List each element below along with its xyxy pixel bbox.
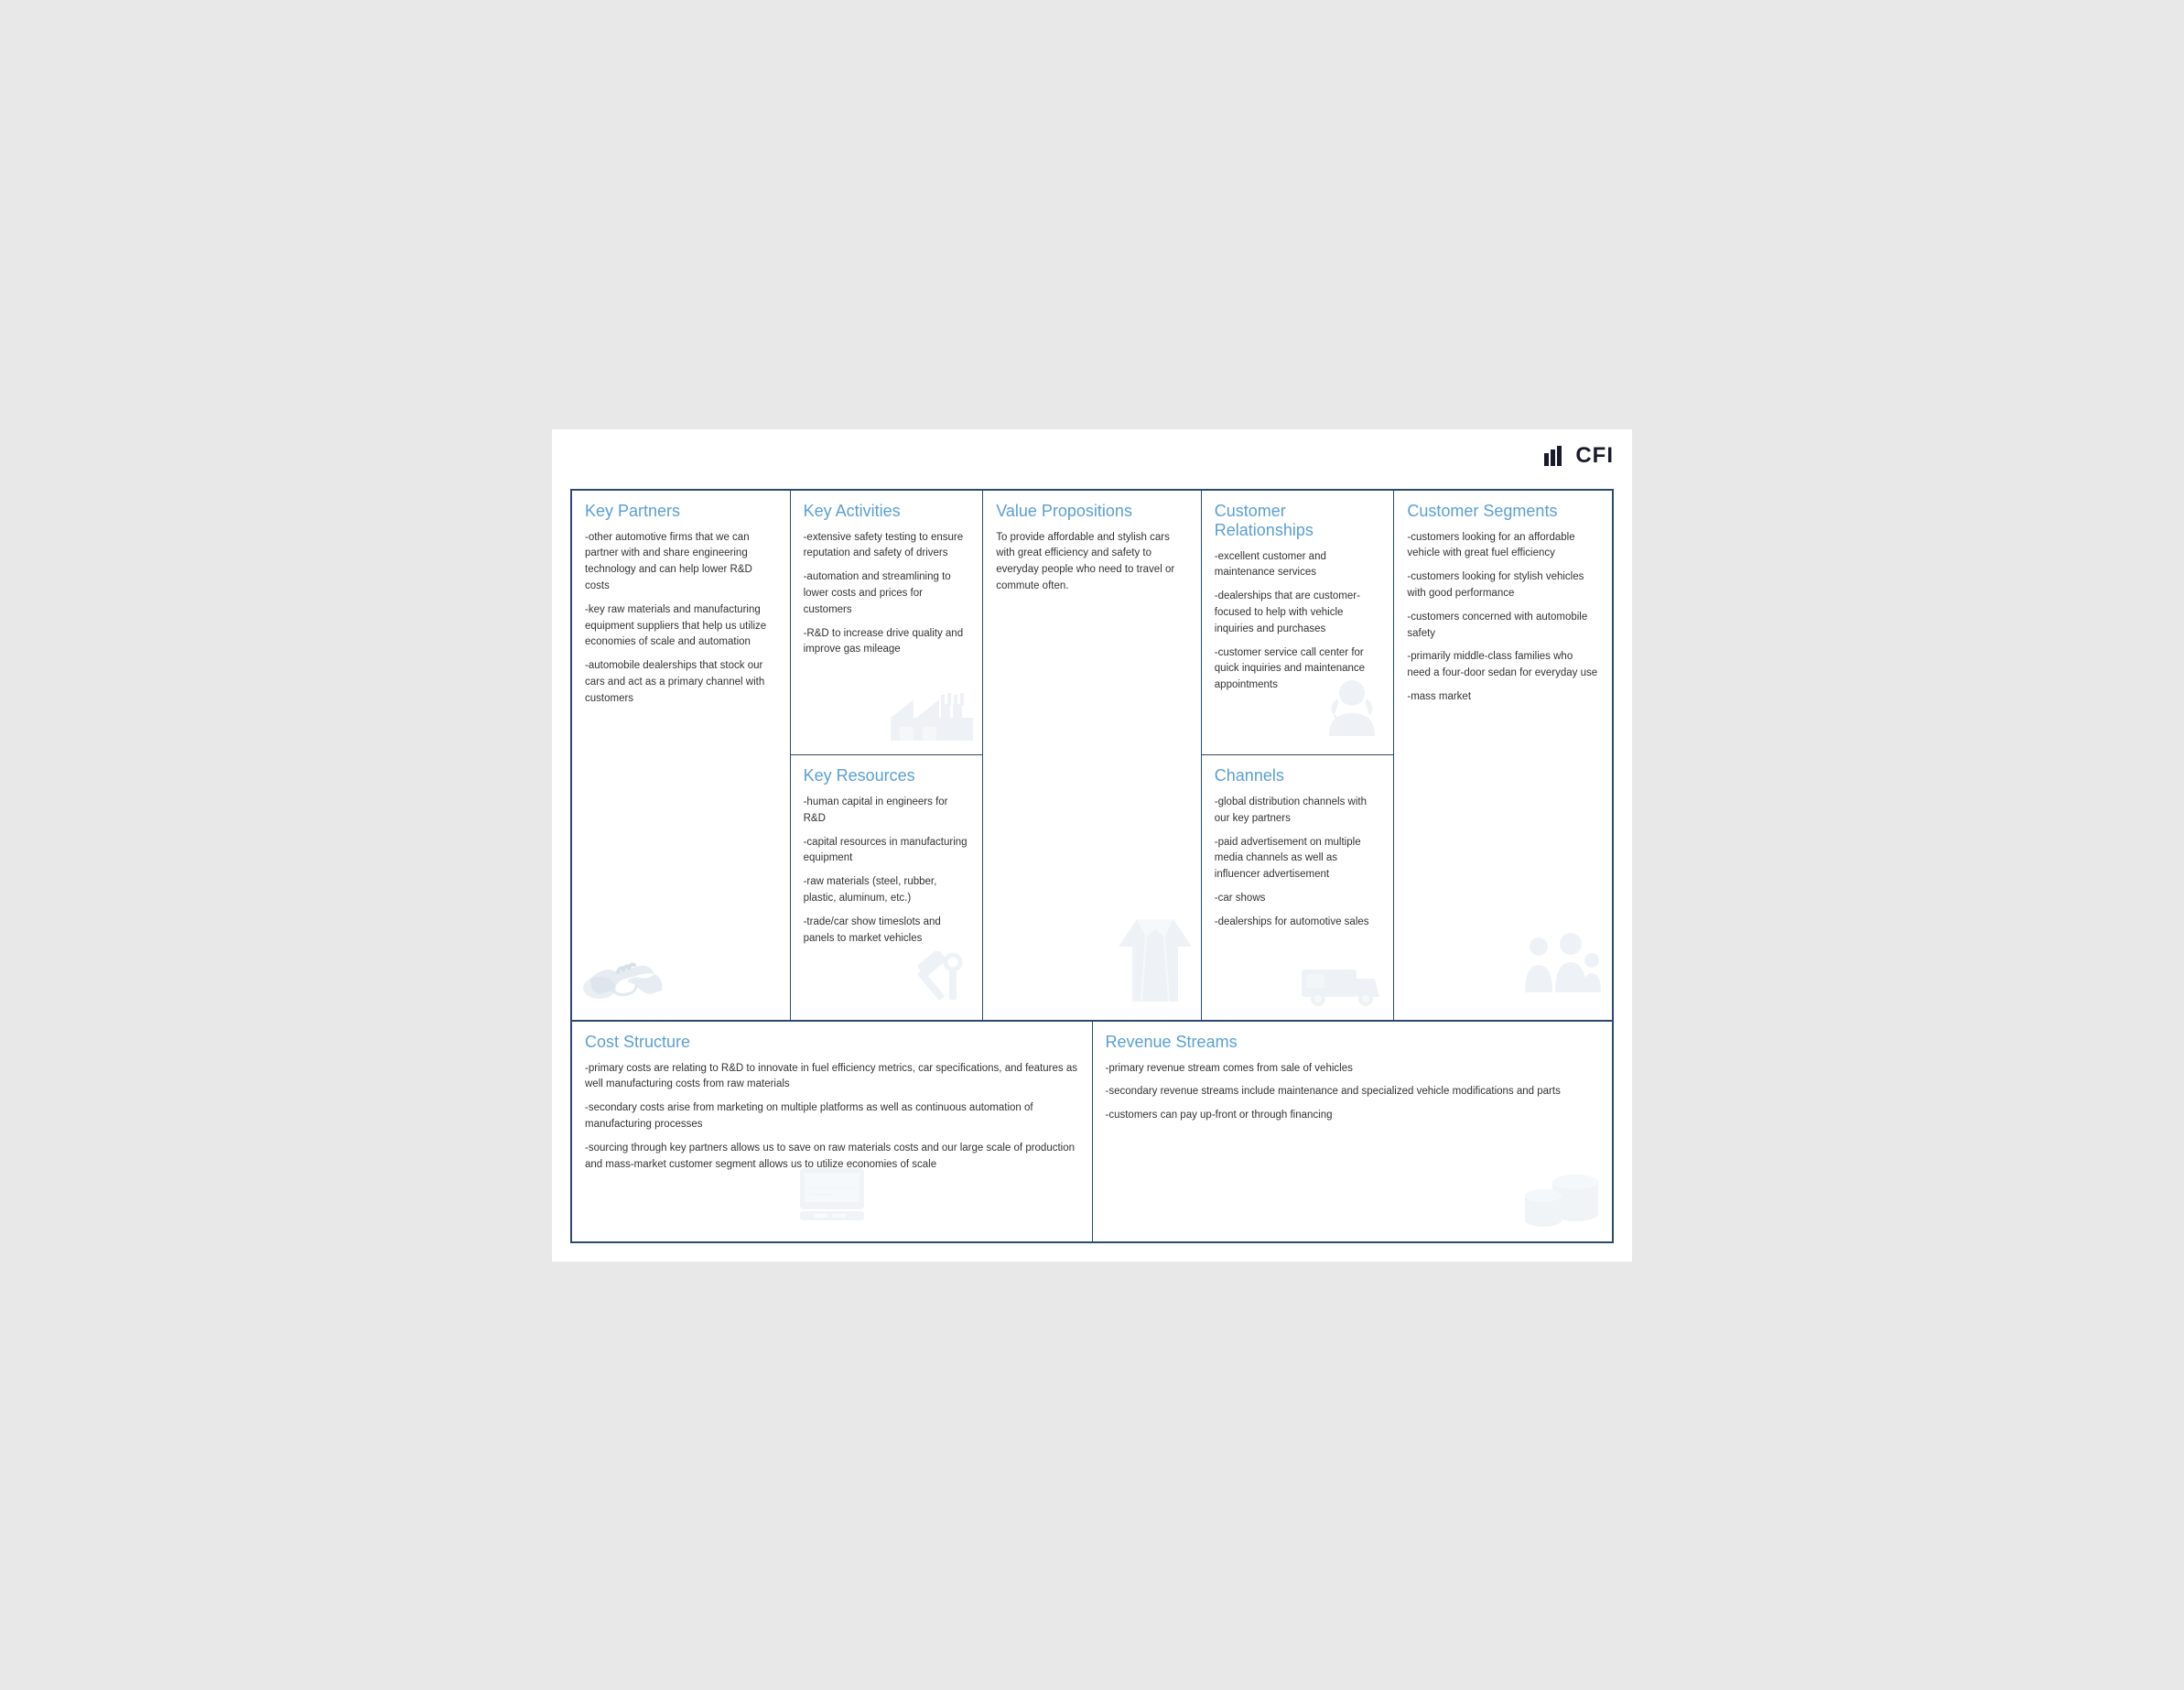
value-propositions-content: To provide affordable and stylish cars w… [996, 530, 1188, 595]
suit-icon [1119, 919, 1192, 1006]
key-resources-title: Key Resources [804, 766, 970, 785]
channels-item-4: -dealerships for automotive sales [1215, 915, 1381, 931]
cost-structure-title: Cost Structure [585, 1033, 1079, 1052]
handshake-icon [581, 947, 673, 1011]
row-main: Key Partners -other automotive firms tha… [572, 491, 1612, 1022]
revenue-item-2: -secondary revenue streams include maint… [1106, 1084, 1600, 1100]
key-activities-item-1: -extensive safety testing to ensure repu… [804, 530, 970, 563]
register-icon [795, 1164, 869, 1228]
customer-relationships-part: Customer Relationships -excellent custom… [1202, 491, 1394, 756]
logo-bars [1544, 446, 1574, 466]
delivery-icon [1302, 951, 1384, 1011]
key-partners-cell: Key Partners -other automotive firms tha… [572, 491, 791, 1020]
customer-segments-title: Customer Segments [1407, 502, 1599, 521]
key-activities-part: Key Activities -extensive safety testing… [791, 491, 983, 756]
row-bottom: Cost Structure -primary costs are relati… [572, 1022, 1612, 1241]
activities-resources-cell: Key Activities -extensive safety testing… [791, 491, 984, 1020]
key-partners-content: -other automotive firms that we can part… [585, 530, 777, 708]
customer-service-icon [1320, 677, 1384, 745]
coins-icon [1520, 1164, 1603, 1232]
customer-segments-content: -customers looking for an affordable veh… [1407, 530, 1599, 706]
customer-segments-cell: Customer Segments -customers looking for… [1394, 491, 1612, 1020]
tools-icon [891, 951, 973, 1011]
revenue-streams-cell: Revenue Streams -primary revenue stream … [1093, 1022, 1613, 1241]
customer-relationships-title: Customer Relationships [1215, 502, 1381, 540]
key-partners-item-3: -automobile dealerships that stock our c… [585, 658, 777, 707]
revenue-streams-title: Revenue Streams [1106, 1033, 1600, 1052]
customer-seg-item-2: -customers looking for stylish vehicles … [1407, 569, 1599, 602]
key-resources-item-4: -trade/car show timeslots and panels to … [804, 915, 970, 948]
channels-item-1: -global distribution channels with our k… [1215, 795, 1381, 828]
cost-structure-content: -primary costs are relating to R&D to in… [585, 1061, 1079, 1174]
revenue-streams-content: -primary revenue stream comes from sale … [1106, 1061, 1600, 1124]
cost-item-2: -secondary costs arise from marketing on… [585, 1100, 1079, 1133]
customer-rel-item-2: -dealerships that are customer-focused t… [1215, 589, 1381, 637]
key-partners-title: Key Partners [585, 502, 777, 521]
customer-rel-channels-cell: Customer Relationships -excellent custom… [1202, 491, 1395, 1020]
key-activities-item-2: -automation and streamlining to lower co… [804, 569, 970, 618]
cost-structure-cell: Cost Structure -primary costs are relati… [572, 1022, 1093, 1241]
key-resources-part: Key Resources -human capital in engineer… [791, 755, 983, 1020]
factory-icon [891, 686, 973, 745]
key-resources-item-1: -human capital in engineers for R&D [804, 795, 970, 828]
value-propositions-title: Value Propositions [996, 502, 1188, 521]
channels-part: Channels -global distribution channels w… [1202, 755, 1394, 1020]
channels-title: Channels [1215, 766, 1381, 785]
key-partners-item-1: -other automotive firms that we can part… [585, 530, 777, 595]
key-activities-title: Key Activities [804, 502, 970, 521]
revenue-item-3: -customers can pay up-front or through f… [1106, 1108, 1600, 1124]
key-activities-item-3: -R&D to increase drive quality and impro… [804, 626, 970, 659]
customer-rel-item-1: -excellent customer and maintenance serv… [1215, 549, 1381, 582]
customer-seg-item-3: -customers concerned with automobile saf… [1407, 610, 1599, 643]
channels-item-3: -car shows [1215, 891, 1381, 907]
logo-text: CFI [1575, 443, 1614, 468]
customer-seg-item-1: -customers looking for an affordable veh… [1407, 530, 1599, 563]
key-activities-content: -extensive safety testing to ensure repu… [804, 530, 970, 659]
key-partners-item-2: -key raw materials and manufacturing equ… [585, 602, 777, 651]
value-propositions-item-1: To provide affordable and stylish cars w… [996, 530, 1188, 595]
key-resources-item-3: -raw materials (steel, rubber, plastic, … [804, 874, 970, 907]
bmc-canvas: Key Partners -other automotive firms tha… [570, 489, 1614, 1243]
customer-relationships-content: -excellent customer and maintenance serv… [1215, 549, 1381, 695]
revenue-item-1: -primary revenue stream comes from sale … [1106, 1061, 1600, 1078]
cost-item-1: -primary costs are relating to R&D to in… [585, 1061, 1079, 1094]
key-resources-item-2: -capital resources in manufacturing equi… [804, 835, 970, 868]
logo: CFI [1544, 443, 1614, 469]
key-resources-content: -human capital in engineers for R&D -cap… [804, 795, 970, 948]
family-icon [1520, 933, 1603, 1011]
value-propositions-cell: Value Propositions To provide affordable… [983, 491, 1202, 1020]
channels-item-2: -paid advertisement on multiple media ch… [1215, 835, 1381, 883]
page-wrapper: CFI Key Partners -other automotive firms… [552, 429, 1632, 1262]
customer-seg-item-4: -primarily middle-class families who nee… [1407, 649, 1599, 682]
channels-content: -global distribution channels with our k… [1215, 795, 1381, 931]
customer-seg-item-5: -mass market [1407, 689, 1599, 706]
